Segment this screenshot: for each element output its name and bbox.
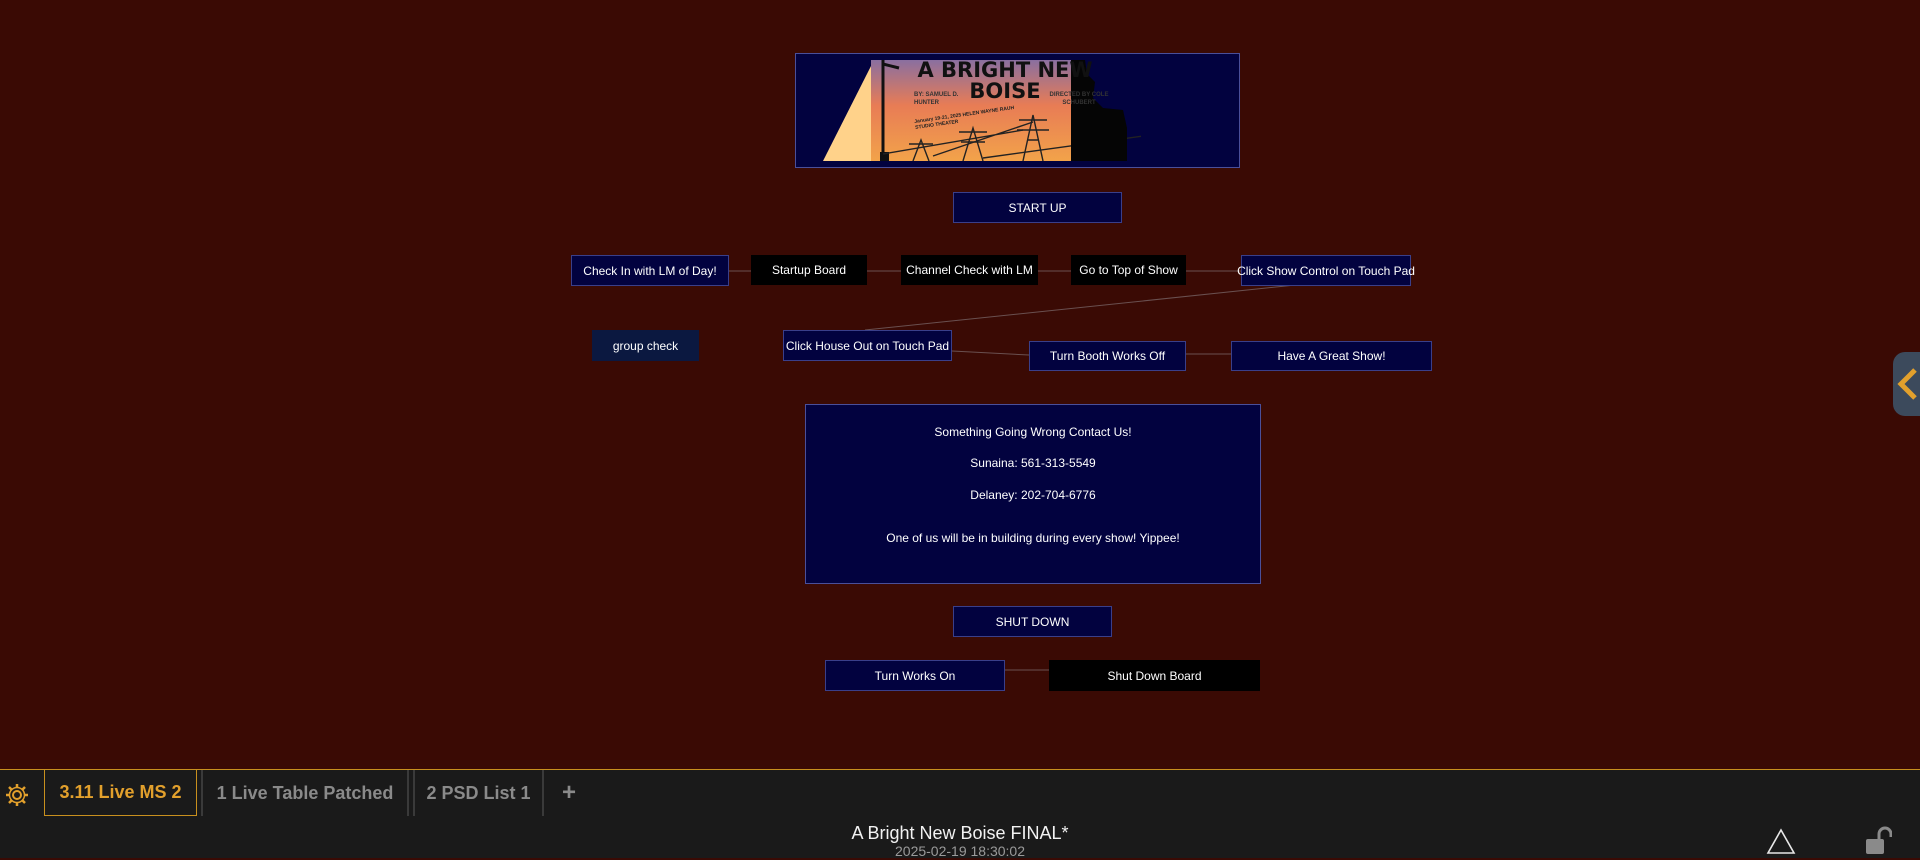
chevron-left-icon bbox=[1897, 368, 1917, 400]
side-panel-handle[interactable] bbox=[1893, 352, 1920, 416]
unlock-icon bbox=[1866, 826, 1893, 854]
show-control-button[interactable]: Click Show Control on Touch Pad bbox=[1237, 255, 1415, 286]
lock-button[interactable] bbox=[1862, 825, 1893, 855]
tab-bar: 3.11 Live MS 2 1 Live Table Patched 2 PS… bbox=[0, 769, 1920, 820]
great-show-button[interactable]: Have A Great Show! bbox=[1231, 341, 1432, 371]
poster-director: DIRECTED BY COLE SCHUBERT bbox=[1049, 92, 1109, 106]
show-banner: A BRIGHT NEW BOISE BY: SAMUEL D. HUNTER … bbox=[795, 53, 1240, 168]
shut-down-board-button[interactable]: Shut Down Board bbox=[1049, 660, 1260, 691]
group-check-button[interactable]: group check bbox=[592, 330, 699, 361]
status-bar: A Bright New Boise FINAL* 2025-02-19 18:… bbox=[0, 819, 1920, 859]
tab-live-table-patched[interactable]: 1 Live Table Patched bbox=[201, 770, 409, 816]
poster-byline: BY: SAMUEL D. HUNTER bbox=[914, 92, 959, 106]
channel-check-button[interactable]: Channel Check with LM bbox=[901, 255, 1038, 285]
works-on-button[interactable]: Turn Works On bbox=[825, 660, 1005, 691]
start-up-button[interactable]: START UP bbox=[953, 192, 1122, 223]
contact-info-box: Something Going Wrong Contact Us! Sunain… bbox=[805, 404, 1261, 584]
warning-triangle-icon bbox=[1766, 828, 1796, 854]
house-out-button[interactable]: Click House Out on Touch Pad bbox=[783, 330, 952, 361]
tab-live-ms-2[interactable]: 3.11 Live MS 2 bbox=[44, 770, 197, 816]
warning-button[interactable] bbox=[1766, 827, 1796, 855]
booth-works-off-button[interactable]: Turn Booth Works Off bbox=[1029, 341, 1186, 371]
contact-sunaina: Sunaina: 561-313-5549 bbox=[970, 456, 1096, 470]
gear-icon bbox=[6, 784, 28, 806]
settings-button[interactable] bbox=[4, 782, 30, 808]
check-in-lm-button[interactable]: Check In with LM of Day! bbox=[571, 255, 729, 286]
show-file-timestamp: 2025-02-19 18:30:02 bbox=[895, 843, 1025, 859]
contact-heading: Something Going Wrong Contact Us! bbox=[934, 425, 1132, 439]
contact-delaney: Delaney: 202-704-6776 bbox=[970, 488, 1096, 502]
top-of-show-button[interactable]: Go to Top of Show bbox=[1071, 255, 1186, 285]
shut-down-button[interactable]: SHUT DOWN bbox=[953, 606, 1112, 637]
tab-psd-list-1[interactable]: 2 PSD List 1 bbox=[413, 770, 544, 816]
show-file-title: A Bright New Boise FINAL* bbox=[851, 823, 1069, 843]
add-tab-button[interactable]: + bbox=[552, 770, 586, 816]
magic-sheet-canvas: A BRIGHT NEW BOISE BY: SAMUEL D. HUNTER … bbox=[0, 0, 1920, 768]
startup-board-button[interactable]: Startup Board bbox=[751, 255, 867, 285]
contact-note: One of us will be in building during eve… bbox=[886, 531, 1180, 545]
